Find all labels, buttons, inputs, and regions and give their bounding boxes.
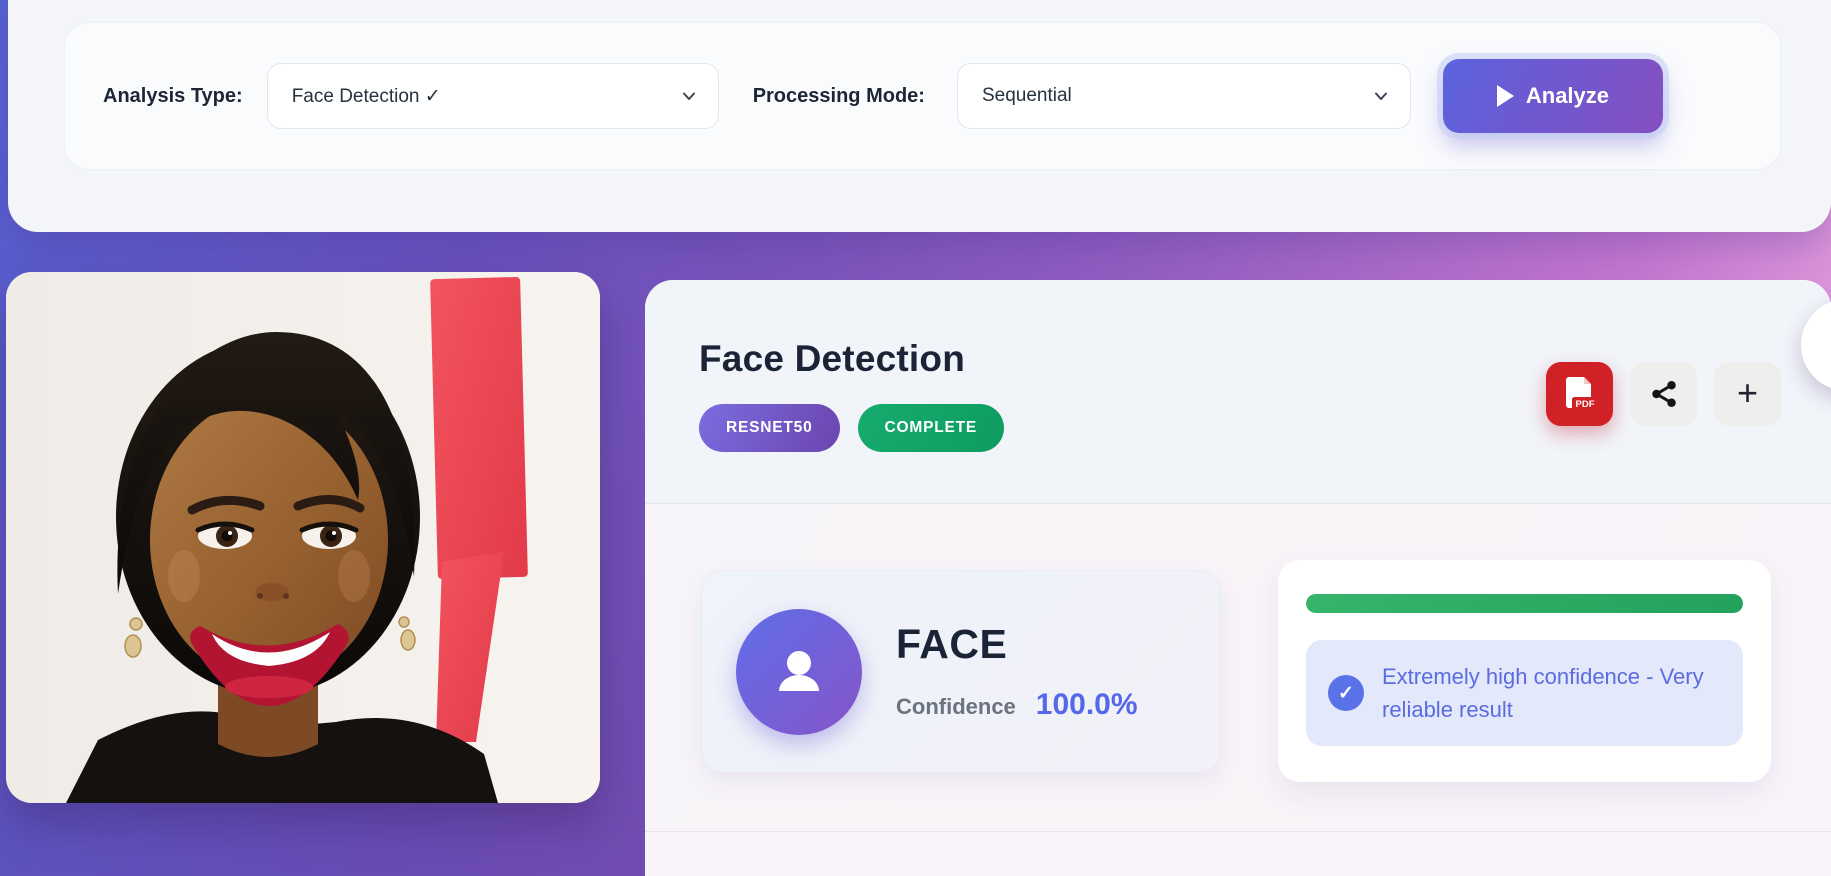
add-button[interactable]: + [1714, 362, 1781, 426]
controls-bar: Analysis Type: Face Detection ✓ Processi… [64, 22, 1781, 170]
chevron-down-icon [680, 87, 698, 105]
result-footer [645, 832, 1831, 876]
confidence-value: 100.0% [1036, 688, 1138, 722]
share-icon [1649, 379, 1679, 409]
export-pdf-button[interactable]: PDF [1546, 362, 1613, 426]
result-body: FACE Confidence 100.0% ✓ Extremely high … [645, 504, 1831, 832]
action-buttons: PDF + [1546, 362, 1781, 426]
analyze-button-label: Analyze [1526, 83, 1609, 109]
analysis-type-label: Analysis Type: [103, 85, 243, 108]
result-header: Face Detection RESNET50 COMPLETE PDF [645, 280, 1831, 504]
analysis-type-value: Face Detection ✓ [292, 85, 441, 108]
detection-card: FACE Confidence 100.0% [701, 570, 1221, 773]
processing-mode-label: Processing Mode: [753, 85, 925, 108]
check-glyph: ✓ [1338, 682, 1354, 705]
status-badge: COMPLETE [858, 404, 1005, 452]
analyze-button[interactable]: Analyze [1443, 59, 1663, 133]
assessment-card: ✓ Extremely high confidence - Very relia… [1278, 560, 1771, 782]
processing-mode-select[interactable]: Sequential [957, 63, 1411, 129]
processing-mode-value: Sequential [982, 85, 1072, 107]
person-icon [768, 641, 830, 703]
analyzed-photo [6, 272, 600, 803]
model-badge: RESNET50 [699, 404, 840, 452]
face-avatar-badge [736, 609, 862, 735]
play-icon [1497, 85, 1514, 107]
analysis-type-select[interactable]: Face Detection ✓ [267, 63, 719, 129]
plus-icon: + [1737, 375, 1758, 411]
pdf-file-icon: PDF [1562, 375, 1598, 413]
assessment-message-box: ✓ Extremely high confidence - Very relia… [1306, 640, 1743, 746]
control-sheet: Analysis Type: Face Detection ✓ Processi… [8, 0, 1831, 232]
svg-text:PDF: PDF [1575, 399, 1594, 410]
check-circle-icon: ✓ [1328, 675, 1364, 711]
confidence-progress-track [1306, 594, 1743, 613]
detected-class-label: FACE [896, 621, 1138, 668]
result-panel: Face Detection RESNET50 COMPLETE PDF [645, 280, 1831, 876]
confidence-label: Confidence [896, 694, 1016, 720]
detection-details: FACE Confidence 100.0% [896, 621, 1138, 722]
confidence-progress-bar [1306, 594, 1743, 613]
portrait-photo [6, 272, 600, 803]
share-button[interactable] [1630, 362, 1697, 426]
chevron-down-icon [1372, 87, 1390, 105]
assessment-message: Extremely high confidence - Very reliabl… [1382, 660, 1719, 726]
app-background: Analysis Type: Face Detection ✓ Processi… [0, 0, 1831, 876]
confidence-row: Confidence 100.0% [896, 688, 1138, 722]
